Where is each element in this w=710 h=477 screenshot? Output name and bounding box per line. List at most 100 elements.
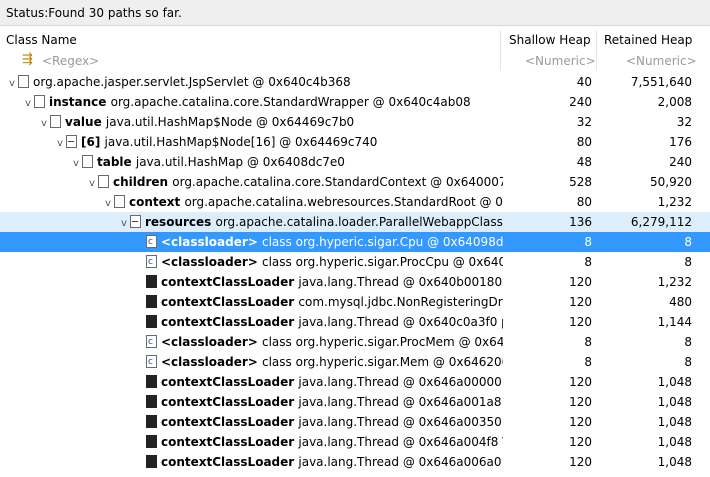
- row-shallow-heap: 120: [569, 455, 592, 469]
- object-icon: [146, 435, 157, 448]
- row-class-cell: contextClassLoader java.lang.Thread @ 0x…: [134, 312, 503, 332]
- status-bar: Status: Found 30 paths so far.: [0, 0, 710, 26]
- object-icon: [146, 455, 157, 468]
- tree-row[interactable]: <classloader> class org.hyperic.sigar.Pr…: [0, 332, 710, 352]
- row-object-label: java.lang.Thread @ 0x646a006a0 \u: [298, 455, 503, 469]
- tree-row[interactable]: contextClassLoader java.lang.Thread @ 0x…: [0, 312, 710, 332]
- shallow-filter-input[interactable]: <Numeric>: [525, 54, 596, 68]
- row-class-cell: v value java.util.HashMap$Node @ 0x64469c…: [38, 112, 503, 132]
- tree-row[interactable]: contextClassLoader com.mysql.jdbc.NonReg…: [0, 292, 710, 312]
- tree-row[interactable]: <classloader> class org.hyperic.sigar.Me…: [0, 352, 710, 372]
- tree-row[interactable]: v [6] java.util.HashMap$Node[16] @ 0x6446…: [0, 132, 710, 152]
- row-class-cell: v instance org.apache.catalina.core.Stand…: [22, 92, 503, 112]
- object-icon: [34, 95, 45, 108]
- row-retained-heap: 1,048: [657, 455, 692, 469]
- row-field-name: <classloader>: [161, 255, 262, 269]
- row-shallow-heap: 80: [576, 135, 592, 149]
- row-object-label: java.lang.Thread @ 0x640b00180 \u: [298, 275, 503, 289]
- tree-row[interactable]: v org.apache.jasper.servlet.JspServlet @ …: [0, 72, 710, 92]
- tree-row[interactable]: contextClassLoader java.lang.Thread @ 0x…: [0, 372, 710, 392]
- row-field-name: <classloader>: [161, 335, 262, 349]
- tree-row[interactable]: contextClassLoader java.lang.Thread @ 0x…: [0, 392, 710, 412]
- retained-filter-input[interactable]: <Numeric>: [626, 54, 697, 68]
- object-icon: [146, 375, 157, 388]
- tree-row[interactable]: v context org.apache.catalina.webresource…: [0, 192, 710, 212]
- expand-toggle-icon[interactable]: v: [6, 74, 18, 92]
- expand-toggle-icon[interactable]: v: [102, 194, 114, 212]
- tree-row[interactable]: contextClassLoader java.lang.Thread @ 0x…: [0, 412, 710, 432]
- row-class-cell: v resources org.apache.catalina.loader.Pa…: [118, 212, 503, 232]
- tree-row[interactable]: v resources org.apache.catalina.loader.Pa…: [0, 212, 710, 232]
- tree-row[interactable]: v instance org.apache.catalina.core.Stand…: [0, 92, 710, 112]
- row-object-label: java.util.HashMap$Node @ 0x64469c7b0: [105, 115, 355, 129]
- tree-row[interactable]: v table java.util.HashMap @ 0x6408dc7e0 48…: [0, 152, 710, 172]
- tree-row[interactable]: contextClassLoader java.lang.Thread @ 0x…: [0, 272, 710, 292]
- row-shallow-heap: 120: [569, 435, 592, 449]
- row-class-cell: v table java.util.HashMap @ 0x6408dc7e0: [70, 152, 503, 172]
- row-class-cell: v org.apache.jasper.servlet.JspServlet @ …: [6, 72, 503, 92]
- row-shallow-heap: 120: [569, 395, 592, 409]
- row-class-cell: v context org.apache.catalina.webresource…: [102, 192, 503, 212]
- tree-row[interactable]: <classloader> class org.hyperic.sigar.Cp…: [0, 232, 710, 252]
- tree-row[interactable]: <classloader> class org.hyperic.sigar.Pr…: [0, 252, 710, 272]
- row-object-label: org.apache.catalina.webresources.Standar…: [184, 195, 503, 209]
- row-class-cell: contextClassLoader java.lang.Thread @ 0x…: [134, 392, 503, 412]
- row-object-label: java.lang.Thread @ 0x646a00350 \u: [298, 415, 503, 429]
- row-class-cell: <classloader> class org.hyperic.sigar.Cp…: [134, 232, 503, 252]
- row-object-label: java.lang.Thread @ 0x646a004f8 \u: [298, 435, 503, 449]
- row-retained-heap: 1,048: [657, 395, 692, 409]
- status-text: Found 30 paths so far.: [48, 5, 182, 20]
- row-class-cell: v [6] java.util.HashMap$Node[16] @ 0x6446…: [54, 132, 503, 152]
- column-shallow-heap[interactable]: Shallow Heap: [509, 33, 591, 47]
- expand-toggle-icon[interactable]: v: [22, 94, 34, 112]
- row-retained-heap: 7,551,640: [630, 75, 692, 89]
- row-field-name: [6]: [81, 135, 105, 149]
- row-field-name: resources: [145, 215, 216, 229]
- object-icon: [18, 75, 29, 88]
- expand-toggle-icon[interactable]: v: [38, 114, 50, 132]
- row-class-cell: contextClassLoader java.lang.Thread @ 0x…: [134, 452, 503, 472]
- object-icon: [98, 175, 109, 188]
- class-filter-input[interactable]: <Regex>: [42, 54, 99, 68]
- expand-toggle-icon[interactable]: v: [118, 214, 130, 232]
- expand-toggle-icon[interactable]: v: [70, 154, 82, 172]
- row-shallow-heap: 120: [569, 375, 592, 389]
- column-retained-heap[interactable]: Retained Heap: [604, 33, 692, 47]
- class-object-icon: [146, 332, 157, 352]
- row-retained-heap: 6,279,112: [630, 215, 692, 229]
- row-shallow-heap: 528: [569, 175, 592, 189]
- row-retained-heap: 1,232: [657, 195, 692, 209]
- row-retained-heap: 1,048: [657, 375, 692, 389]
- row-class-cell: contextClassLoader java.lang.Thread @ 0x…: [134, 412, 503, 432]
- expand-toggle-icon[interactable]: v: [54, 134, 66, 152]
- row-field-name: <classloader>: [161, 355, 262, 369]
- row-shallow-heap: 8: [584, 335, 592, 349]
- row-field-name: value: [65, 115, 106, 129]
- status-label: Status:: [6, 5, 49, 20]
- column-class-name[interactable]: Class Name: [6, 33, 77, 47]
- tree-row[interactable]: contextClassLoader java.lang.Thread @ 0x…: [0, 432, 710, 452]
- row-field-name: context: [129, 195, 185, 209]
- row-retained-heap: 480: [669, 295, 692, 309]
- row-retained-heap: 32: [676, 115, 692, 129]
- row-shallow-heap: 40: [576, 75, 592, 89]
- object-icon: [130, 215, 141, 228]
- tree-row[interactable]: contextClassLoader java.lang.Thread @ 0x…: [0, 452, 710, 472]
- row-shallow-heap: 120: [569, 415, 592, 429]
- filter-icon: ⇶: [22, 52, 33, 67]
- row-class-cell: contextClassLoader com.mysql.jdbc.NonReg…: [134, 292, 503, 312]
- class-object-icon: [146, 252, 157, 272]
- row-field-name: contextClassLoader: [161, 275, 299, 289]
- row-object-label: java.lang.Thread @ 0x646a00000 \u: [298, 375, 503, 389]
- row-retained-heap: 176: [669, 135, 692, 149]
- expand-toggle-icon[interactable]: v: [86, 174, 98, 192]
- row-object-label: java.lang.Thread @ 0x646a001a8 \u: [298, 395, 503, 409]
- row-field-name: contextClassLoader: [161, 375, 299, 389]
- row-object-label: org.apache.catalina.core.StandardContext…: [172, 175, 503, 189]
- row-shallow-heap: 120: [569, 315, 592, 329]
- tree-row[interactable]: v children org.apache.catalina.core.Stand…: [0, 172, 710, 192]
- row-object-label: class org.hyperic.sigar.ProcMem @ 0x646: [262, 335, 503, 349]
- object-icon: [66, 135, 77, 148]
- tree-row[interactable]: v value java.util.HashMap$Node @ 0x64469c…: [0, 112, 710, 132]
- filter-row: ⇶ <Regex> <Numeric> <Numeric>: [0, 51, 710, 71]
